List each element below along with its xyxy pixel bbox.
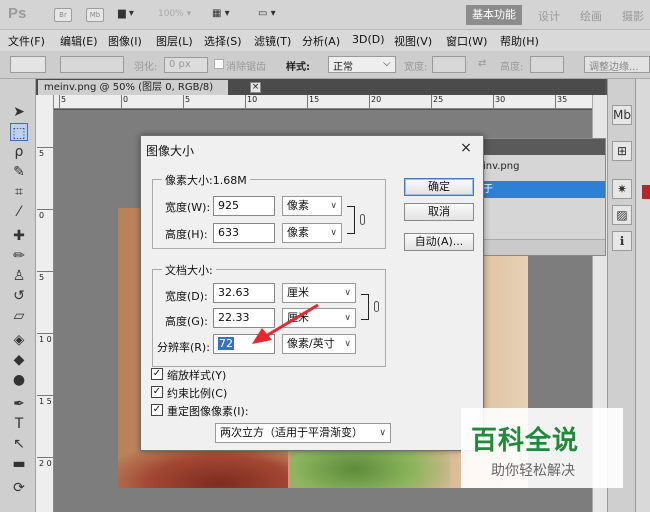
watermark-subtitle: 助你轻松解决: [491, 463, 575, 479]
watermark: 百科全说 助你轻松解决: [461, 408, 623, 488]
watermark-title: 百科全说: [471, 426, 580, 456]
